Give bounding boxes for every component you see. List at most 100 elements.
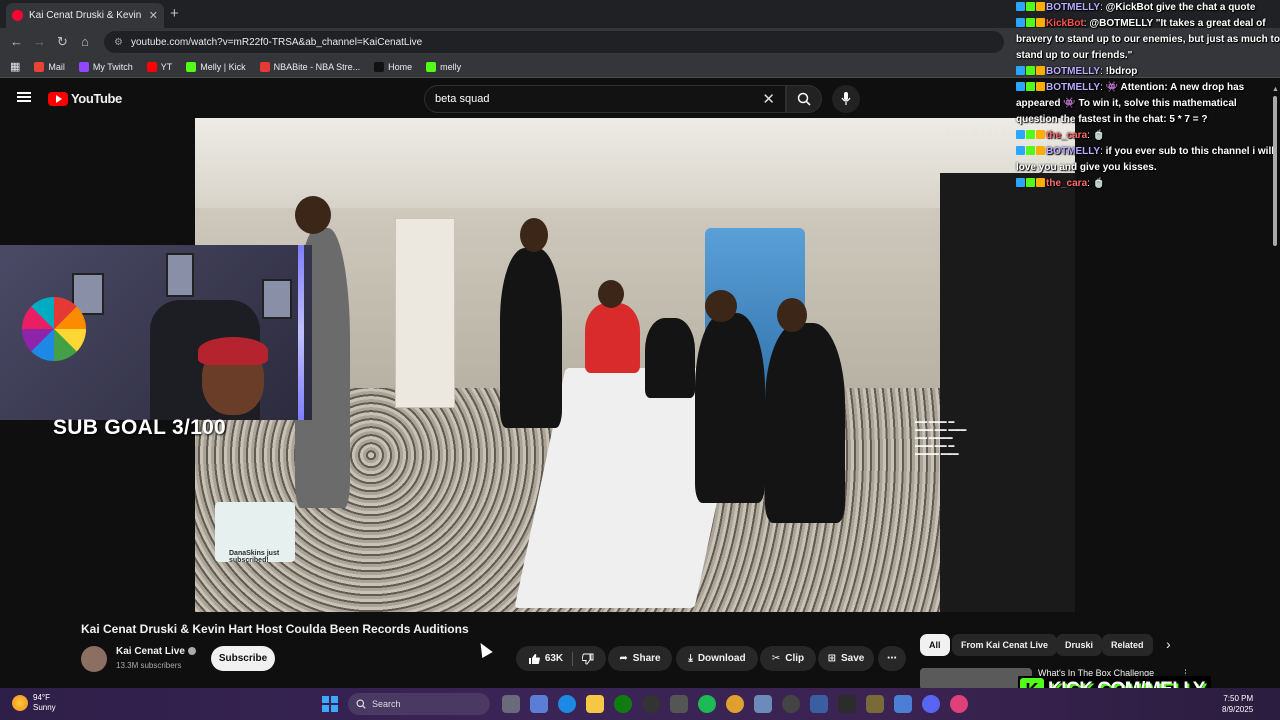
download-button[interactable]: ⤓ Download <box>676 646 758 671</box>
apps-grid-icon[interactable]: ▦ <box>10 60 20 73</box>
chat-username[interactable]: KickBot <box>1046 18 1084 29</box>
weather-widget[interactable]: 94°F Sunny <box>12 693 56 713</box>
channel-name[interactable]: Kai Cenat Live <box>116 646 196 657</box>
media-player-icon[interactable] <box>782 695 800 713</box>
chat-badge-icon <box>1026 82 1035 91</box>
bookmark-item[interactable]: YT <box>146 61 172 72</box>
chat-username[interactable]: the_cara <box>1046 130 1087 141</box>
youtube-logo[interactable]: YouTube <box>48 91 122 106</box>
chat-message: BOTMELLY: !bdrop <box>1012 64 1280 80</box>
page-scrollbar[interactable]: ▲ <box>1270 86 1280 686</box>
reload-icon[interactable]: ↻ <box>57 34 68 50</box>
url-bar[interactable]: ⚙ youtube.com/watch?v=mR22f0-TRSA&ab_cha… <box>104 31 1004 53</box>
chat-username[interactable]: BOTMELLY <box>1046 146 1100 157</box>
chat-username[interactable]: the_cara <box>1046 178 1087 189</box>
system-clock[interactable]: 7:50 PM 8/9/2025 <box>1222 693 1253 715</box>
clear-search-icon[interactable]: ✕ <box>762 90 775 108</box>
channel-avatar[interactable] <box>81 646 107 672</box>
photos-icon[interactable] <box>754 695 772 713</box>
site-info-icon[interactable]: ⚙ <box>114 37 123 48</box>
bookmark-item[interactable]: NBABite - NBA Stre... <box>259 61 360 72</box>
scissors-icon: ✂ <box>771 653 781 664</box>
weather-temp: 94°F <box>33 693 50 702</box>
clock-date: 8/9/2025 <box>1222 705 1254 714</box>
subscriber-alert: DanaSkins just subscribed! <box>215 502 295 564</box>
app-icon[interactable] <box>894 695 912 713</box>
scroll-up-icon[interactable]: ▲ <box>1272 86 1279 93</box>
filter-chip[interactable]: Related <box>1102 634 1153 656</box>
chrome-icon[interactable] <box>726 695 744 713</box>
taskbar-search[interactable]: Search <box>348 693 490 715</box>
youtube-favicon-icon <box>12 10 23 21</box>
chat-badge-icon <box>1036 18 1045 27</box>
microphone-icon <box>841 92 851 105</box>
search-icon <box>356 699 366 709</box>
app-icon[interactable] <box>810 695 828 713</box>
chat-username[interactable]: BOTMELLY <box>1046 82 1100 93</box>
bookmark-item[interactable]: My Twitch <box>78 61 133 72</box>
back-icon[interactable]: ← <box>10 34 23 49</box>
edge-icon[interactable] <box>558 695 576 713</box>
new-tab-icon[interactable]: + <box>170 5 179 22</box>
chat-badge-icon <box>1036 130 1045 139</box>
file-explorer-icon[interactable] <box>586 695 604 713</box>
clip-button[interactable]: ✂ Clip <box>760 646 816 671</box>
search-button[interactable] <box>786 85 822 113</box>
bookmark-item[interactable]: Home <box>374 61 412 72</box>
tab-title: Kai Cenat Druski & Kevin H <box>29 10 143 21</box>
subscriber-count: 13.3M subscribers <box>116 661 182 670</box>
chevron-right-icon[interactable]: › <box>1166 636 1171 652</box>
filter-chip[interactable]: From Kai Cenat Live <box>952 634 1058 656</box>
home-icon[interactable]: ⌂ <box>81 34 89 49</box>
discord-icon[interactable] <box>922 695 940 713</box>
windows-start-icon[interactable] <box>322 696 338 712</box>
video-person-head <box>598 280 624 308</box>
share-button[interactable]: ➦ Share <box>608 646 672 671</box>
chat-badge-icon <box>1036 2 1045 11</box>
voice-search-button[interactable] <box>832 85 860 113</box>
spotify-icon[interactable] <box>698 695 716 713</box>
xbox-icon[interactable] <box>614 695 632 713</box>
download-label: Download <box>697 653 746 664</box>
close-tab-icon[interactable]: ✕ <box>149 9 158 22</box>
recommended-video-thumbnail[interactable] <box>920 668 1032 690</box>
task-view-icon[interactable] <box>502 695 520 713</box>
chat-username[interactable]: BOTMELLY <box>1046 2 1100 13</box>
bookmark-item[interactable]: melly <box>426 61 461 72</box>
bookmark-list: Mail My Twitch YT Melly | Kick NBABite - NBA… <box>34 61 461 72</box>
chat-badge-icon <box>1036 178 1045 187</box>
verified-icon <box>187 647 196 655</box>
filter-chip[interactable]: Druski <box>1056 634 1103 656</box>
browser-tab[interactable]: Kai Cenat Druski & Kevin H ✕ <box>6 3 164 28</box>
chat-message: the_cara: 🍵 <box>1012 128 1280 144</box>
thumbs-down-icon[interactable] <box>582 653 594 665</box>
save-button[interactable]: ⊞ Save <box>818 646 874 671</box>
video-player[interactable]: 151371/152000 ▬▬ ▬▬▬ ▬ ▬▬▬ ▬▬ ▬▬▬ ▬▬ ▬▬▬▬ ▬… <box>195 118 1075 612</box>
search-icon <box>797 92 811 106</box>
search-value: beta squad <box>435 93 490 105</box>
bookmark-icon <box>426 61 437 72</box>
bookmark-item[interactable]: Mail <box>34 61 65 72</box>
windows-taskbar: 94°F Sunny Search 7:50 PM 8/9/2025 <box>0 688 1280 720</box>
copilot-icon[interactable] <box>530 695 548 713</box>
app-icon[interactable] <box>950 695 968 713</box>
app-icon[interactable] <box>838 695 856 713</box>
more-actions-button[interactable]: ⋯ <box>878 646 906 671</box>
store-icon[interactable] <box>670 695 688 713</box>
menu-icon[interactable] <box>17 92 31 102</box>
filter-chip[interactable]: All <box>920 634 950 656</box>
obs-icon[interactable] <box>642 695 660 713</box>
scrollbar-thumb[interactable] <box>1273 96 1277 246</box>
subscribe-button[interactable]: Subscribe <box>211 646 275 671</box>
video-person-head <box>705 290 737 322</box>
app-icon[interactable] <box>866 695 884 713</box>
chat-text: !bdrop <box>1105 66 1138 77</box>
video-person-head <box>295 196 331 234</box>
like-button[interactable]: 63K <box>528 653 563 665</box>
bookmark-item[interactable]: Melly | Kick <box>186 61 246 72</box>
video-scene-door <box>395 218 455 408</box>
bookmark-icon <box>374 61 385 72</box>
forward-icon[interactable]: → <box>33 34 46 49</box>
search-input[interactable]: beta squad ✕ <box>424 85 786 113</box>
chat-username[interactable]: BOTMELLY <box>1046 66 1100 77</box>
